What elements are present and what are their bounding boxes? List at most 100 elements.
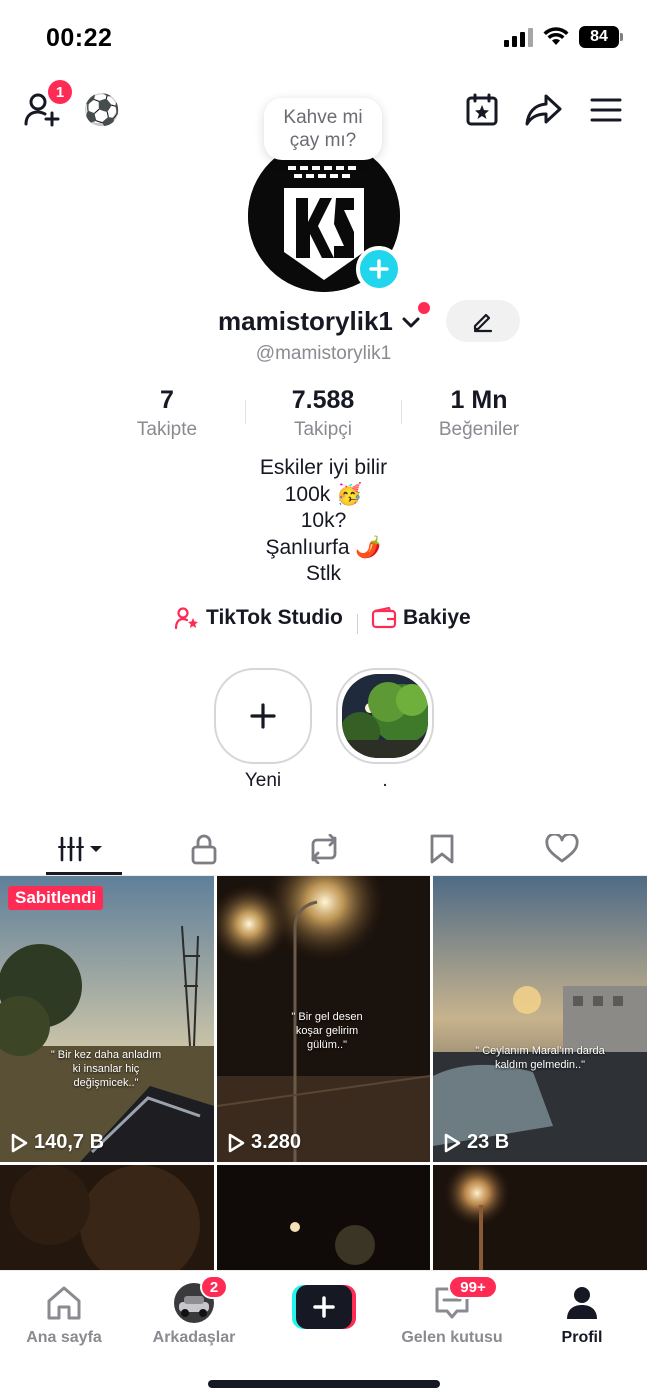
share-arrow-icon — [525, 94, 562, 126]
create-button[interactable] — [292, 1285, 356, 1329]
video-thumbnail[interactable]: " Bir gel desen koşar gelirim gülüm.." 3… — [217, 876, 430, 1162]
video-thumbnail-image — [217, 1165, 430, 1270]
video-thumbnail[interactable] — [217, 1165, 430, 1270]
video-caption: " Bir gel desen koşar gelirim gülüm.." — [291, 1011, 363, 1051]
wifi-icon — [543, 27, 569, 45]
tab-liked[interactable] — [522, 826, 602, 872]
bio-line: 100k 🥳 — [284, 482, 363, 506]
following-label: Takipte — [136, 419, 198, 440]
nav-friends-label: Arkadaşlar — [152, 1329, 236, 1346]
hamburger-menu-icon — [590, 98, 622, 122]
tab-videos[interactable] — [44, 826, 124, 872]
tab-private[interactable] — [164, 826, 244, 872]
likes-stat[interactable]: 1 Mn Beğeniler — [404, 386, 554, 441]
tab-reposts[interactable] — [284, 826, 364, 872]
video-thumbnail[interactable]: Sabitlendi " Bir kez daha anladım ki ins… — [0, 876, 214, 1162]
profile-icon — [567, 1287, 597, 1319]
content-tabs — [0, 820, 647, 876]
view-count: 23 B — [443, 1131, 509, 1154]
friends-badge: 2 — [200, 1275, 228, 1299]
status-icons: 84 — [504, 26, 623, 48]
add-story-button[interactable] — [356, 246, 402, 292]
user-handle: @mamistorylik1 — [255, 343, 392, 364]
username-row: mamistorylik1 — [0, 300, 647, 344]
video-thumbnail[interactable] — [433, 1165, 647, 1270]
pencil-icon — [473, 313, 493, 333]
video-thumbnail[interactable]: " Ceylanım Maral'ım darda kaldım gelmedi… — [433, 876, 647, 1162]
calendar-star-icon — [466, 93, 498, 126]
video-grid: Sabitlendi " Bir kez daha anladım ki ins… — [0, 876, 647, 1270]
view-count: 3.280 — [227, 1131, 301, 1154]
inbox-badge: 99+ — [448, 1275, 498, 1299]
soccer-ball-icon[interactable]: ⚽ — [82, 90, 122, 130]
home-icon — [47, 1286, 81, 1320]
create-plus-icon — [292, 1285, 356, 1329]
share-profile-button[interactable] — [522, 90, 566, 130]
highlight-label: . — [382, 770, 388, 791]
profile-bio: Eskiler iyi bilir 100k 🥳 10k? Şanlıurfa … — [0, 455, 647, 588]
balance-label: Bakiye — [403, 606, 471, 629]
events-button[interactable] — [462, 90, 502, 130]
highlight-cover[interactable] — [336, 668, 434, 764]
likes-count: 1 Mn — [450, 386, 508, 414]
nav-profile[interactable]: Profil — [522, 1281, 642, 1347]
edit-profile-button[interactable] — [446, 300, 520, 342]
play-icon — [228, 1133, 245, 1152]
bio-line: Eskiler iyi bilir — [259, 456, 388, 479]
highlight-item[interactable]: . — [336, 668, 434, 792]
view-count: 140,7 B — [10, 1131, 104, 1154]
status-bar: 00:22 84 — [0, 0, 647, 70]
followers-stat[interactable]: 7.588 Takipçi — [248, 386, 398, 441]
nav-inbox[interactable]: 99+ Gelen kutusu — [392, 1275, 512, 1347]
menu-button[interactable] — [586, 90, 626, 130]
profile-links: TikTok Studio Bakiye — [0, 606, 647, 640]
cellular-signal-icon — [504, 27, 533, 47]
active-tab-indicator — [46, 872, 122, 875]
followers-count: 7.588 — [291, 386, 355, 414]
video-thumbnail[interactable] — [0, 1165, 214, 1270]
tiktok-studio-link[interactable]: TikTok Studio — [174, 606, 343, 630]
pinned-badge: Sabitlendi — [8, 886, 104, 910]
heart-icon — [545, 834, 579, 863]
video-caption: " Ceylanım Maral'ım darda kaldım gelmedi… — [475, 1045, 605, 1071]
notification-badge: 1 — [48, 80, 72, 104]
play-icon — [444, 1133, 461, 1152]
profile-stats: 7 Takipte 7.588 Takipçi 1 Mn Beğeniler — [0, 386, 647, 442]
lock-icon — [191, 834, 217, 865]
account-notification-dot — [418, 302, 430, 314]
following-count: 7 — [160, 386, 174, 414]
home-indicator[interactable] — [208, 1380, 440, 1388]
bio-line: Şanlıurfa 🌶️ — [265, 535, 382, 559]
username[interactable]: mamistorylik1 — [218, 306, 393, 337]
stat-divider — [401, 400, 402, 424]
video-thumbnail-image — [433, 1165, 647, 1270]
video-grid-icon — [58, 836, 102, 862]
profile-note-bubble[interactable]: Kahve mi çay mı? — [264, 98, 382, 160]
chevron-down-icon[interactable] — [400, 312, 422, 334]
followers-label: Takipçi — [293, 419, 353, 440]
new-highlight[interactable]: Yeni — [214, 668, 312, 792]
nav-inbox-label: Gelen kutusu — [401, 1329, 503, 1346]
highlight-label: Yeni — [244, 770, 282, 791]
nav-home-label: Ana sayfa — [26, 1329, 102, 1346]
following-stat[interactable]: 7 Takipte — [92, 386, 242, 441]
battery-icon: 84 — [579, 26, 623, 48]
profile-avatar[interactable] — [248, 140, 402, 292]
tab-favorites[interactable] — [402, 826, 482, 872]
stat-divider — [245, 400, 246, 424]
repost-icon — [311, 834, 337, 864]
plus-icon — [369, 259, 389, 279]
video-thumbnail-image — [0, 1165, 214, 1270]
nav-home[interactable]: Ana sayfa — [4, 1281, 124, 1347]
wallet-icon — [371, 607, 397, 629]
new-highlight-button[interactable] — [214, 668, 312, 764]
bio-line: 10k? — [300, 509, 347, 532]
view-count-text: 140,7 B — [34, 1131, 105, 1153]
status-time: 00:22 — [46, 24, 113, 52]
balance-link[interactable]: Bakiye — [371, 606, 471, 630]
bio-line: Stlk — [305, 562, 341, 585]
plus-icon — [250, 703, 276, 729]
view-count-text: 3.280 — [251, 1131, 302, 1153]
nav-friends[interactable]: 2 Arkadaşlar — [134, 1275, 254, 1347]
link-divider — [357, 614, 358, 634]
